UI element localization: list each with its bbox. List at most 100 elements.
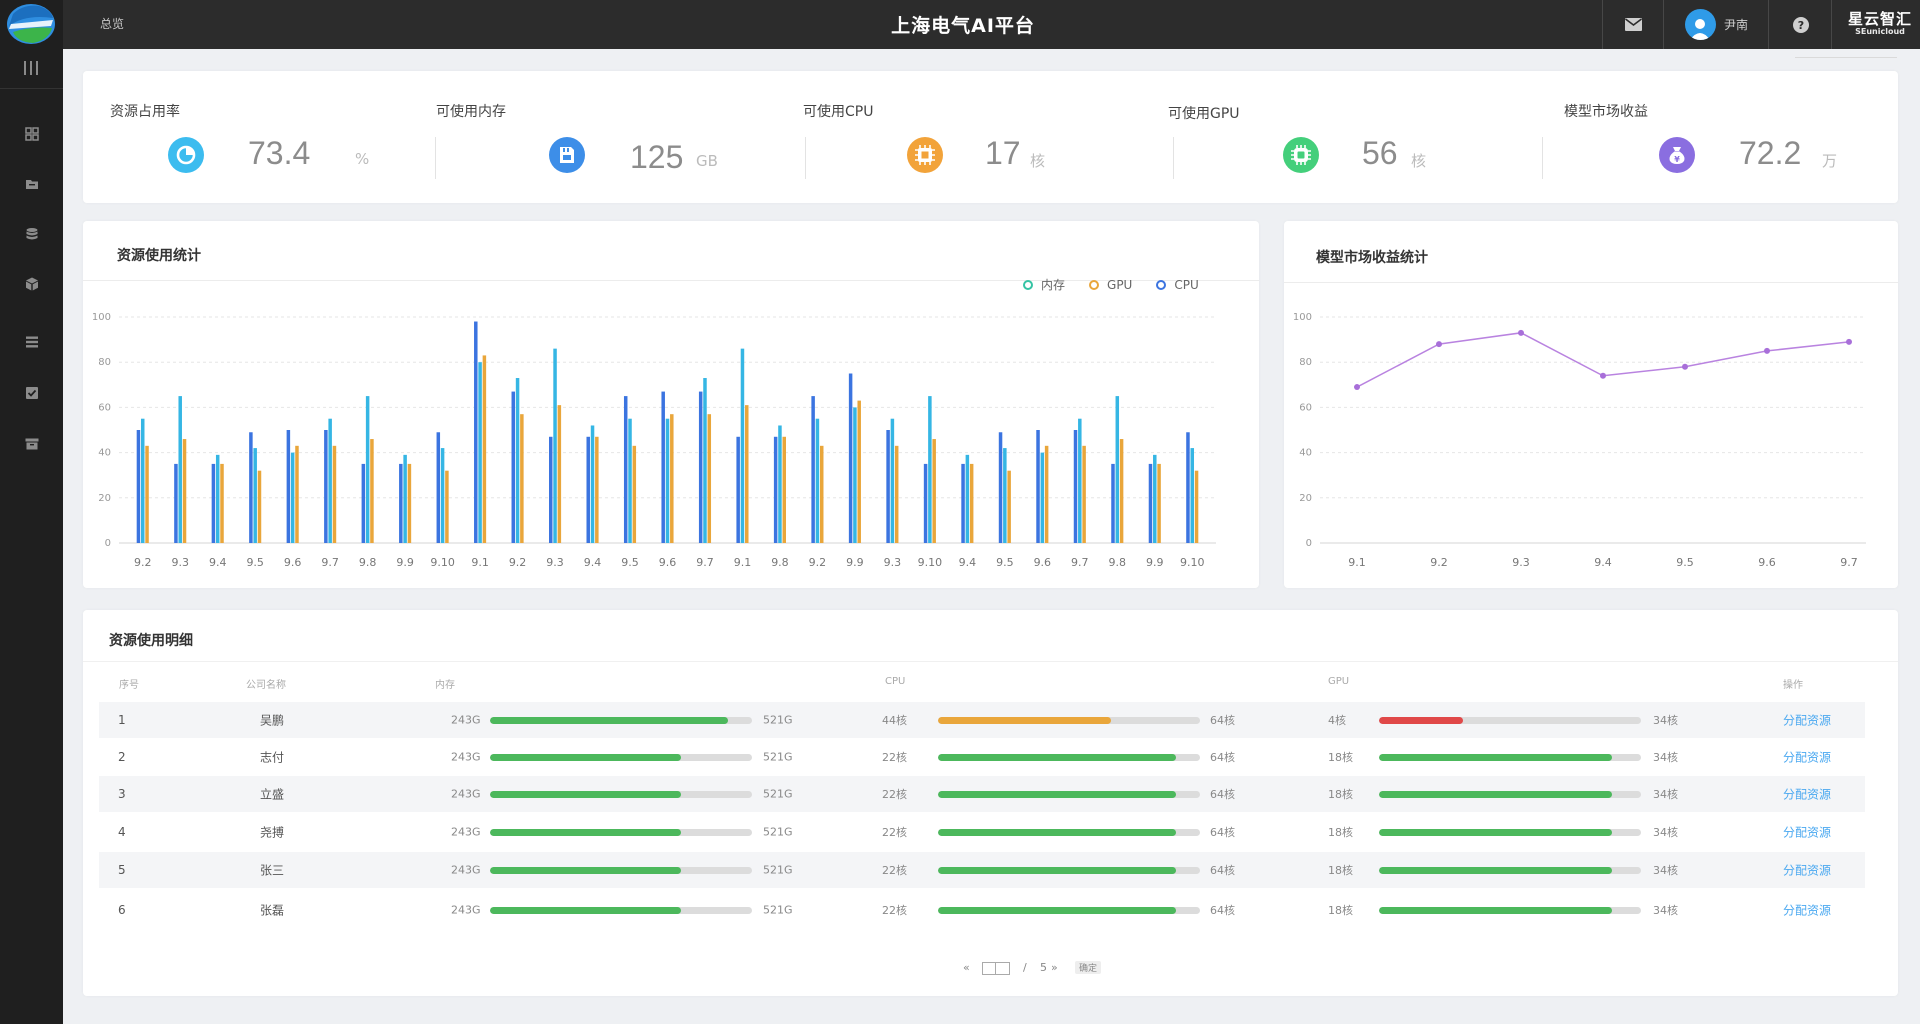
bar-[interactable]: [965, 454, 970, 543]
bar-cpu[interactable]: [586, 436, 590, 543]
bar-gpu[interactable]: [295, 445, 299, 543]
bar-gpu[interactable]: [932, 439, 936, 543]
bar-cpu[interactable]: [324, 430, 328, 543]
bar-gpu[interactable]: [1194, 470, 1199, 543]
bar-cpu[interactable]: [1186, 432, 1190, 543]
sidebar-item-dashboard[interactable]: [0, 114, 63, 154]
bar-[interactable]: [853, 407, 857, 543]
data-point[interactable]: [1600, 372, 1606, 379]
sidebar-item-data[interactable]: [0, 214, 63, 254]
bar-gpu[interactable]: [1007, 470, 1011, 543]
bar-cpu[interactable]: [1036, 430, 1040, 543]
next-page-button[interactable]: »: [1051, 961, 1058, 974]
sidebar-item-files[interactable]: [0, 164, 63, 204]
bar-gpu[interactable]: [819, 445, 824, 543]
bar-[interactable]: [703, 378, 707, 543]
bar-gpu[interactable]: [857, 400, 861, 543]
bar-[interactable]: [590, 425, 595, 543]
bar-[interactable]: [440, 448, 445, 543]
bar-[interactable]: [1115, 396, 1120, 543]
allocate-resource-link[interactable]: 分配资源: [1783, 824, 1831, 841]
bar-gpu[interactable]: [257, 470, 262, 543]
bar-gpu[interactable]: [969, 463, 974, 543]
bar-[interactable]: [403, 454, 407, 543]
sidebar-item-models[interactable]: [0, 264, 63, 304]
menu-toggle-icon[interactable]: [24, 61, 38, 75]
bar-cpu[interactable]: [998, 432, 1003, 543]
bar-cpu[interactable]: [1111, 463, 1115, 543]
bar-[interactable]: [740, 348, 745, 543]
data-point[interactable]: [1764, 347, 1770, 354]
bar-cpu[interactable]: [961, 463, 965, 543]
bar-[interactable]: [1003, 448, 1007, 543]
sidebar-item-tasks[interactable]: [0, 373, 63, 413]
bar-gpu[interactable]: [145, 445, 149, 543]
bar-gpu[interactable]: [407, 463, 412, 543]
bar-cpu[interactable]: [848, 373, 853, 544]
bar-[interactable]: [815, 418, 820, 543]
bar-gpu[interactable]: [707, 414, 712, 543]
bar-gpu[interactable]: [1157, 463, 1161, 543]
bar-cpu[interactable]: [511, 391, 516, 543]
bar-gpu[interactable]: [670, 414, 674, 543]
allocate-resource-link[interactable]: 分配资源: [1783, 902, 1831, 919]
bar-[interactable]: [253, 448, 257, 543]
bar-cpu[interactable]: [286, 430, 291, 543]
sidebar-item-archive[interactable]: [0, 424, 63, 464]
bar-cpu[interactable]: [698, 391, 703, 543]
bar-cpu[interactable]: [623, 396, 628, 543]
bar-gpu[interactable]: [520, 414, 524, 543]
bar-cpu[interactable]: [1148, 463, 1153, 543]
bar-gpu[interactable]: [745, 405, 749, 543]
bar-cpu[interactable]: [811, 396, 815, 543]
bar-[interactable]: [553, 348, 557, 543]
bar-[interactable]: [140, 418, 145, 543]
bar-gpu[interactable]: [1119, 439, 1124, 543]
data-point[interactable]: [1518, 329, 1524, 336]
bar-cpu[interactable]: [436, 432, 441, 543]
bar-[interactable]: [1040, 452, 1045, 543]
data-point[interactable]: [1354, 384, 1360, 391]
allocate-resource-link[interactable]: 分配资源: [1783, 712, 1831, 729]
bar-[interactable]: [215, 454, 220, 543]
bar-gpu[interactable]: [894, 445, 899, 543]
bar-[interactable]: [290, 452, 295, 543]
page-number-input[interactable]: [982, 962, 1010, 975]
bar-[interactable]: [1153, 454, 1157, 543]
bar-gpu[interactable]: [1082, 445, 1086, 543]
bar-cpu[interactable]: [399, 463, 403, 543]
allocate-resource-link[interactable]: 分配资源: [1783, 862, 1831, 879]
bar-[interactable]: [328, 418, 332, 543]
bar-cpu[interactable]: [661, 391, 665, 543]
bar-gpu[interactable]: [482, 355, 487, 543]
bar-gpu[interactable]: [182, 439, 187, 543]
bar-cpu[interactable]: [886, 430, 890, 543]
bar-cpu[interactable]: [474, 321, 478, 543]
bar-[interactable]: [890, 418, 895, 543]
prev-page-button[interactable]: «: [963, 961, 970, 974]
bar-gpu[interactable]: [557, 405, 562, 543]
bar-cpu[interactable]: [736, 436, 740, 543]
bar-cpu[interactable]: [211, 463, 216, 543]
bar-[interactable]: [928, 396, 932, 543]
bar-[interactable]: [665, 418, 670, 543]
bar-cpu[interactable]: [136, 430, 141, 543]
sidebar-item-list[interactable]: [0, 322, 63, 362]
help-button[interactable]: ?: [1769, 0, 1832, 49]
bar-[interactable]: [1078, 418, 1082, 543]
user-menu[interactable]: 尹南: [1664, 0, 1769, 49]
messages-button[interactable]: [1603, 0, 1664, 49]
bar-gpu[interactable]: [595, 436, 599, 543]
bar-[interactable]: [778, 425, 782, 543]
confirm-page-button[interactable]: 确定: [1075, 961, 1102, 974]
bar-gpu[interactable]: [782, 436, 786, 543]
bar-cpu[interactable]: [361, 463, 366, 543]
bar-cpu[interactable]: [1073, 430, 1078, 543]
bar-gpu[interactable]: [632, 445, 637, 543]
bar-[interactable]: [515, 378, 520, 543]
data-point[interactable]: [1436, 341, 1442, 348]
data-point[interactable]: [1846, 338, 1852, 345]
bar-gpu[interactable]: [370, 439, 374, 543]
bar-cpu[interactable]: [174, 463, 178, 543]
bar-[interactable]: [1190, 448, 1195, 543]
